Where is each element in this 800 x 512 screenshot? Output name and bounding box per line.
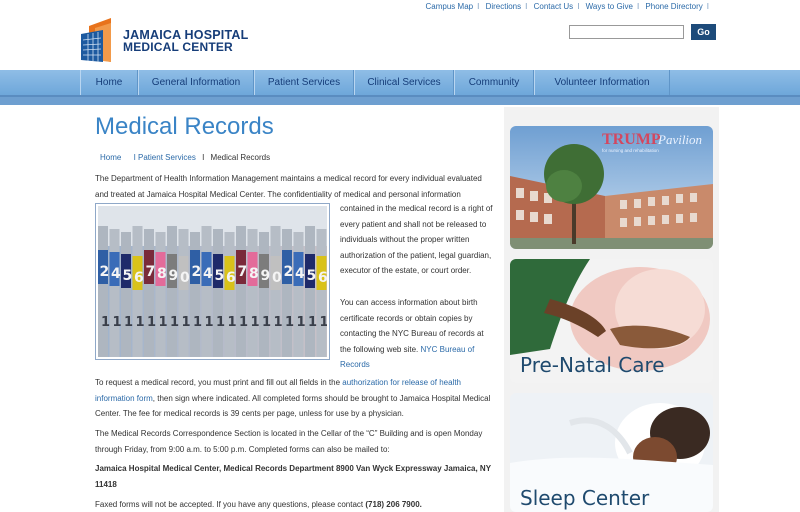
birth-records-paragraph: You can access information about birth c… bbox=[340, 298, 484, 369]
svg-text:1: 1 bbox=[113, 315, 122, 330]
nav-general-information[interactable]: General Information bbox=[138, 70, 254, 95]
breadcrumb-current: Medical Records bbox=[210, 153, 271, 162]
svg-text:1: 1 bbox=[147, 315, 156, 330]
phone-number: (718) 206 7900. bbox=[365, 500, 422, 509]
nav-patient-services[interactable]: Patient Services bbox=[254, 70, 354, 95]
utility-links: Campus Map I Directions I Contact Us I Ways… bbox=[425, 2, 709, 11]
svg-text:4: 4 bbox=[111, 266, 121, 282]
trump-pavilion-promo[interactable]: TRUMP Pavilion for nursing and rehabilit… bbox=[510, 126, 713, 249]
svg-text:7: 7 bbox=[238, 264, 248, 280]
svg-text:2: 2 bbox=[100, 264, 110, 280]
pavilion-script-text: Pavilion bbox=[657, 132, 702, 147]
svg-text:1: 1 bbox=[308, 315, 317, 330]
fax-notice: Faxed forms will not be accepted. If you… bbox=[95, 500, 422, 509]
directions-link[interactable]: Directions bbox=[486, 2, 522, 11]
svg-text:6: 6 bbox=[318, 270, 327, 286]
svg-text:1: 1 bbox=[136, 315, 145, 330]
page-title: Medical Records bbox=[95, 113, 274, 140]
svg-text:1: 1 bbox=[285, 315, 294, 330]
svg-text:1: 1 bbox=[182, 315, 191, 330]
svg-text:8: 8 bbox=[249, 266, 259, 282]
pavilion-building-image: TRUMP Pavilion for nursing and rehabilit… bbox=[510, 126, 713, 249]
svg-text:6: 6 bbox=[226, 270, 236, 286]
search-input[interactable] bbox=[569, 25, 684, 39]
svg-text:0: 0 bbox=[272, 270, 282, 286]
svg-text:1: 1 bbox=[124, 315, 133, 330]
svg-text:1: 1 bbox=[205, 315, 214, 330]
svg-text:8: 8 bbox=[157, 266, 167, 282]
correspondence-paragraph: The Medical Records Correspondence Secti… bbox=[95, 429, 483, 454]
svg-text:1: 1 bbox=[274, 315, 283, 330]
building-logo-icon bbox=[81, 18, 111, 62]
main-nav: Home General Information Patient Service… bbox=[80, 70, 670, 95]
svg-text:0: 0 bbox=[180, 270, 190, 286]
svg-text:4: 4 bbox=[203, 266, 213, 282]
breadcrumb-home[interactable]: Home bbox=[100, 153, 121, 162]
svg-text:1: 1 bbox=[193, 315, 202, 330]
svg-text:1: 1 bbox=[239, 315, 248, 330]
request-paragraph: To request a medical record, you must pr… bbox=[95, 378, 491, 418]
breadcrumb: Home I Patient Services I Medical Record… bbox=[100, 153, 271, 162]
nav-home[interactable]: Home bbox=[80, 70, 138, 95]
sleep-center-promo[interactable]: Sleep Center bbox=[510, 393, 713, 512]
svg-text:1: 1 bbox=[262, 315, 271, 330]
svg-text:1: 1 bbox=[228, 315, 237, 330]
svg-text:1: 1 bbox=[297, 315, 306, 330]
ways-to-give-link[interactable]: Ways to Give bbox=[586, 2, 633, 11]
campus-map-link[interactable]: Campus Map bbox=[426, 2, 474, 11]
intro-paragraph: The Department of Health Information Man… bbox=[95, 174, 482, 199]
svg-text:1: 1 bbox=[251, 315, 260, 330]
hospital-logo[interactable]: JAMAICA HOSPITAL MEDICAL CENTER bbox=[81, 18, 251, 62]
medical-records-photo: 2 1 4 1 5 1 6 1 7 1 8 1 9 1 0 1 2 1 4 1 5 1 6 1 7 1 8 1 9 1 0 1 2 1 4 1 5 1 6 1 bbox=[95, 203, 330, 360]
contact-us-link[interactable]: Contact Us bbox=[534, 2, 574, 11]
logo-line-2: MEDICAL CENTER bbox=[123, 40, 233, 54]
svg-text:5: 5 bbox=[307, 268, 317, 284]
svg-text:1: 1 bbox=[216, 315, 225, 330]
trump-brand-text: TRUMP bbox=[602, 131, 661, 148]
phone-directory-link[interactable]: Phone Directory bbox=[645, 2, 702, 11]
sleep-center-label: Sleep Center bbox=[520, 486, 650, 510]
nav-clinical-services[interactable]: Clinical Services bbox=[354, 70, 454, 95]
mailing-address: Jamaica Hospital Medical Center, Medical… bbox=[95, 464, 491, 489]
nav-volunteer-information[interactable]: Volunteer Information bbox=[534, 70, 670, 95]
svg-text:2: 2 bbox=[284, 264, 294, 280]
svg-text:1: 1 bbox=[320, 315, 328, 330]
svg-text:2: 2 bbox=[192, 264, 202, 280]
search-go-button[interactable]: Go bbox=[691, 24, 716, 40]
nav-community[interactable]: Community bbox=[454, 70, 534, 95]
svg-text:1: 1 bbox=[101, 315, 110, 330]
svg-text:9: 9 bbox=[261, 268, 271, 284]
prenatal-care-promo[interactable]: Pre-Natal Care bbox=[510, 259, 713, 383]
file-folders-image: 2 1 4 1 5 1 6 1 7 1 8 1 9 1 0 1 2 1 4 1 5 1 6 1 7 1 8 1 9 1 0 1 2 1 4 1 5 1 6 1 bbox=[98, 206, 327, 357]
svg-text:9: 9 bbox=[169, 268, 179, 284]
prenatal-care-label: Pre-Natal Care bbox=[520, 353, 665, 377]
pavilion-subtitle: for nursing and rehabilitation bbox=[602, 148, 659, 153]
svg-text:6: 6 bbox=[134, 270, 144, 286]
svg-text:4: 4 bbox=[295, 266, 305, 282]
svg-text:5: 5 bbox=[215, 268, 225, 284]
svg-text:5: 5 bbox=[123, 268, 133, 284]
intro-paragraph-continued: contained in the medical record is a rig… bbox=[340, 204, 493, 275]
svg-text:1: 1 bbox=[170, 315, 179, 330]
breadcrumb-patient-services[interactable]: I Patient Services bbox=[124, 153, 196, 162]
svg-text:1: 1 bbox=[159, 315, 168, 330]
svg-text:7: 7 bbox=[146, 264, 156, 280]
